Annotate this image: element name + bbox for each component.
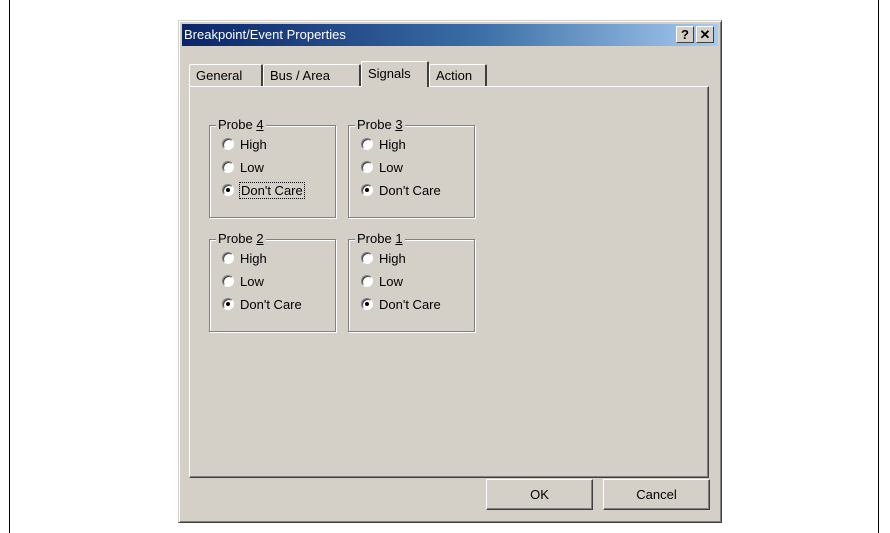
option-label: Low bbox=[379, 159, 403, 175]
probe-3-high-radio[interactable]: High bbox=[361, 135, 406, 153]
cancel-button[interactable]: Cancel bbox=[603, 479, 710, 510]
ok-button[interactable]: OK bbox=[486, 479, 593, 510]
probe-3-label: Probe 3 bbox=[355, 117, 405, 132]
option-label: High bbox=[379, 136, 406, 152]
radio-icon bbox=[222, 275, 234, 287]
probe-2-dont-care-radio[interactable]: Don't Care bbox=[222, 295, 302, 313]
option-label: Don't Care bbox=[379, 296, 441, 312]
option-label: Low bbox=[240, 273, 264, 289]
probe-4-label: Probe 4 bbox=[216, 117, 266, 132]
probe-4-high-radio[interactable]: High bbox=[222, 135, 267, 153]
dialog-title: Breakpoint/Event Properties bbox=[184, 27, 346, 42]
close-icon: ✕ bbox=[699, 27, 711, 42]
radio-icon bbox=[361, 138, 373, 150]
page-border-right bbox=[878, 0, 879, 533]
radio-icon bbox=[222, 252, 234, 264]
probe-2-label: Probe 2 bbox=[216, 231, 266, 246]
title-bar[interactable]: Breakpoint/Event Properties ? ✕ bbox=[182, 24, 718, 46]
close-button[interactable]: ✕ bbox=[696, 26, 714, 43]
tab-general[interactable]: General bbox=[189, 64, 263, 86]
radio-selected-icon bbox=[222, 298, 234, 310]
radio-selected-icon bbox=[361, 184, 373, 196]
option-label: Low bbox=[240, 159, 264, 175]
page-border-left bbox=[9, 0, 10, 533]
option-label: Low bbox=[379, 273, 403, 289]
option-label: Don't Care bbox=[379, 182, 441, 198]
probe-1-dont-care-radio[interactable]: Don't Care bbox=[361, 295, 441, 313]
option-label: High bbox=[240, 136, 267, 152]
radio-icon bbox=[222, 161, 234, 173]
radio-selected-icon bbox=[222, 184, 234, 196]
probe-2-high-radio[interactable]: High bbox=[222, 249, 267, 267]
probe-3-group: Probe 3 High Low Don't Care bbox=[348, 117, 475, 218]
probe-1-low-radio[interactable]: Low bbox=[361, 272, 403, 290]
option-label: Don't Care bbox=[240, 296, 302, 312]
option-label: High bbox=[379, 250, 406, 266]
radio-icon bbox=[222, 138, 234, 150]
probe-4-group: Probe 4 High Low Don't Care bbox=[209, 117, 336, 218]
radio-selected-icon bbox=[361, 298, 373, 310]
probe-1-label: Probe 1 bbox=[355, 231, 405, 246]
probe-3-low-radio[interactable]: Low bbox=[361, 158, 403, 176]
radio-icon bbox=[361, 252, 373, 264]
probe-2-group: Probe 2 High Low Don't Care bbox=[209, 231, 336, 332]
tab-action[interactable]: Action bbox=[429, 64, 487, 86]
probe-2-low-radio[interactable]: Low bbox=[222, 272, 264, 290]
option-label: High bbox=[240, 250, 267, 266]
probe-4-low-radio[interactable]: Low bbox=[222, 158, 264, 176]
tab-bus-area[interactable]: Bus / Area bbox=[263, 64, 361, 86]
option-label: Don't Care bbox=[239, 181, 305, 199]
radio-icon bbox=[361, 275, 373, 287]
probe-1-group: Probe 1 High Low Don't Care bbox=[348, 231, 475, 332]
breakpoint-dialog: Breakpoint/Event Properties ? ✕ General … bbox=[178, 20, 722, 523]
radio-icon bbox=[361, 161, 373, 173]
probe-1-high-radio[interactable]: High bbox=[361, 249, 406, 267]
signals-panel: Probe 4 High Low Don't Care Probe 3 High… bbox=[189, 86, 709, 478]
tab-signals[interactable]: Signals bbox=[361, 61, 429, 87]
probe-4-dont-care-radio[interactable]: Don't Care bbox=[222, 181, 305, 199]
probe-3-dont-care-radio[interactable]: Don't Care bbox=[361, 181, 441, 199]
help-button[interactable]: ? bbox=[676, 26, 694, 43]
